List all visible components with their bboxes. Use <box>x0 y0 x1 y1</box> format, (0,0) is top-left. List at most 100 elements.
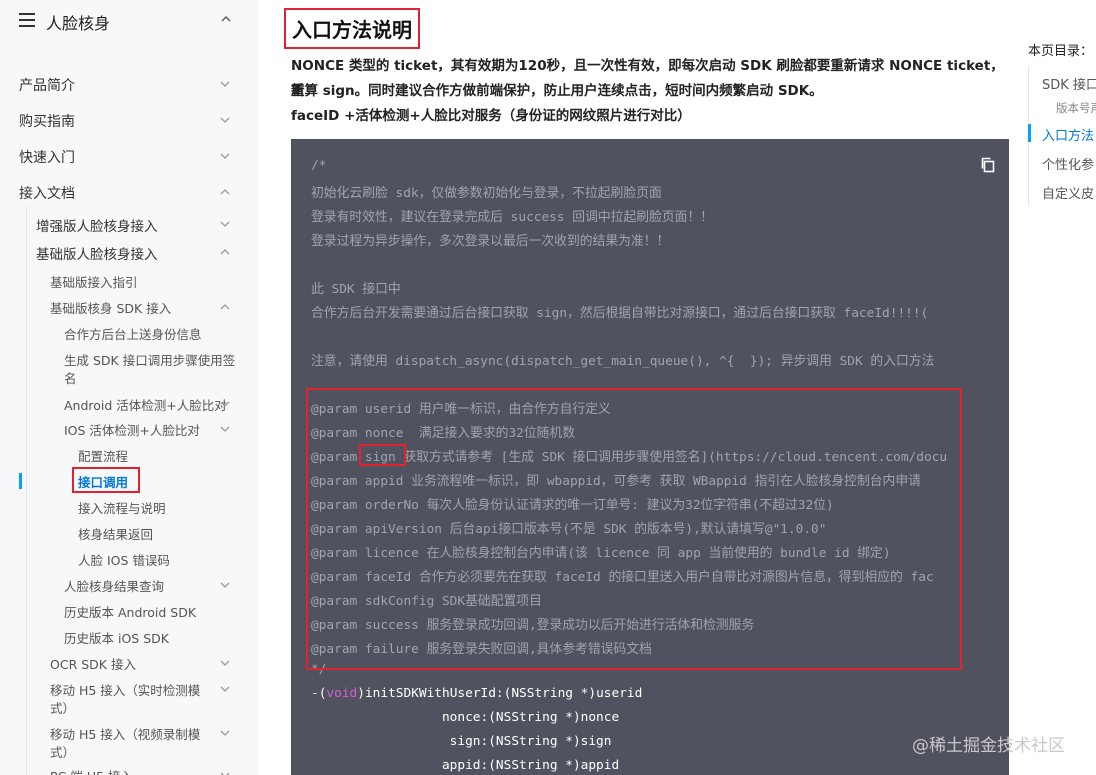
chevron-down-icon <box>219 579 231 591</box>
toc-item[interactable]: 版本号声 <box>1056 100 1096 116</box>
toc-item[interactable]: 个性化参 <box>1042 154 1094 173</box>
sidebar-item-label: 基础版核身 SDK 接入 <box>50 301 172 316</box>
sidebar-item-history-android[interactable]: 历史版本 Android SDK <box>0 602 258 622</box>
code-token: )initSDKWithUserId:(NSString *)userid <box>357 686 643 701</box>
sidebar-item-api-call[interactable]: 接口调用 <box>0 472 258 492</box>
sidebar-item-label: 接入流程与说明 <box>78 501 166 516</box>
sidebar-item-label: 移动 H5 接入（视频录制模 <box>50 727 201 742</box>
sidebar-header: 人脸核身 <box>0 0 258 44</box>
sidebar-item-h5-video[interactable]: 移动 H5 接入（视频录制模 式） <box>0 724 258 764</box>
chevron-down-icon <box>219 769 231 775</box>
chevron-down-icon <box>219 727 231 739</box>
sidebar-item-label-cont: 名 <box>64 371 77 386</box>
code-line: 登录过程为异步操作，多次登录以最后一次收到的结果为准！！ <box>311 234 670 249</box>
sidebar-item-flow-notes[interactable]: 接入流程与说明 <box>0 498 258 518</box>
sidebar-item-label: 配置流程 <box>78 449 129 464</box>
toc-title: 本页目录： <box>1028 44 1094 59</box>
chevron-down-icon <box>219 683 231 695</box>
page-title: 入口方法说明 <box>284 8 420 49</box>
code-keyword: void <box>326 686 358 701</box>
sidebar-item-result-query[interactable]: 人脸核身结果查询 <box>0 576 258 596</box>
toc-item-active[interactable]: 入口方法 <box>1042 125 1094 144</box>
sidebar-item-config-flow[interactable]: 配置流程 <box>0 446 258 466</box>
code-line: 登录有时效性，建议在登录完成后 success 回调中拉起刷脸页面！！ <box>311 210 714 225</box>
menu-icon[interactable] <box>19 13 35 27</box>
code-line: appid:(NSString *)appid <box>311 758 620 773</box>
code-block: /* 初始化云刷脸 sdk，仅做参数初始化与登录，不拉起刷脸页面 登录有时效性，… <box>291 139 1009 775</box>
sidebar-item-ios-error-codes[interactable]: 人脸 IOS 错误码 <box>0 550 258 570</box>
sidebar-item-label: Android 活体检测+人脸比对 <box>64 398 227 413</box>
sidebar-item-ocr-sdk[interactable]: OCR SDK 接入 <box>0 654 258 674</box>
chevron-down-icon <box>219 78 231 90</box>
code-line: 注意，请使用 dispatch_async(dispatch_get_main_… <box>311 354 935 369</box>
sidebar-item-label: 产品简介 <box>19 78 75 94</box>
code-line: nonce:(NSString *)nonce <box>311 710 620 725</box>
params-highlight-box <box>306 388 962 670</box>
sidebar-item-label: 人脸 IOS 错误码 <box>78 553 170 568</box>
sidebar: 人脸核身 产品简介 购买指南 快速入门 接入文档 增强版人脸核身接入 基础版人脸… <box>0 0 258 775</box>
code-line: sign:(NSString *)sign <box>311 734 612 749</box>
copy-icon[interactable] <box>980 157 996 173</box>
code-line-signature: -(void)initSDKWithUserId:(NSString *)use… <box>311 686 971 701</box>
sidebar-item-label-cont: 式） <box>50 745 76 760</box>
sidebar-item-label: 移动 H5 接入（实时检测模 <box>50 683 201 698</box>
main-content: 入口方法说明 NONCE 类型的 ticket，其有效期为120秒，且一次性有效… <box>258 0 1018 775</box>
sidebar-item-label: IOS 活体检测+人脸比对 <box>64 423 200 438</box>
code-line: 合作方后台开发需要通过后台接口获取 sign，然后根据自带比对源接口，通过后台接… <box>311 306 929 321</box>
sidebar-item-label: 核身结果返回 <box>78 527 154 542</box>
sidebar-item-basic[interactable]: 基础版人脸核身接入 <box>0 243 258 263</box>
sidebar-item-pc-h5[interactable]: PC 端 H5 接入 <box>0 766 258 775</box>
sidebar-item-label: 基础版人脸核身接入 <box>36 247 158 263</box>
sidebar-item-label: 接口调用 <box>78 475 129 490</box>
toc-item[interactable]: 自定义皮 <box>1042 183 1094 202</box>
chevron-up-icon <box>219 423 231 435</box>
sidebar-item-integration-docs[interactable]: 接入文档 <box>0 183 258 203</box>
sidebar-item-label: PC 端 H5 接入 <box>50 766 133 775</box>
sidebar-item-label: 购买指南 <box>19 114 75 130</box>
code-token: -( <box>311 686 327 701</box>
sidebar-item-label: 增强版人脸核身接入 <box>36 219 158 235</box>
sidebar-title: 人脸核身 <box>46 14 111 33</box>
description-line: 新算 sign。同时建议合作方做前端保护，防止用户连续点击，短时间内频繁启动 S… <box>291 83 823 99</box>
docs-page: 人脸核身 产品简介 购买指南 快速入门 接入文档 增强版人脸核身接入 基础版人脸… <box>0 0 1096 775</box>
sidebar-item-basic-guide[interactable]: 基础版接入指引 <box>0 272 258 292</box>
chevron-down-icon <box>219 398 231 410</box>
code-line: 初始化云刷脸 sdk，仅做参数初始化与登录，不拉起刷脸页面 <box>311 186 662 201</box>
chevron-down-icon <box>219 218 231 230</box>
sidebar-item-h5-realtime[interactable]: 移动 H5 接入（实时检测模 式） <box>0 680 258 720</box>
code-line: /* <box>311 158 327 173</box>
sidebar-item-label: 合作方后台上送身份信息 <box>64 327 202 342</box>
watermark: @稀土掘金技术社区 <box>912 736 1065 756</box>
chevron-up-icon <box>219 301 231 313</box>
collapse-icon[interactable] <box>220 13 232 28</box>
page-toc: 本页目录： SDK 接口 版本号声 入口方法 个性化参 自定义皮 <box>1018 0 1096 775</box>
sidebar-item-result-return[interactable]: 核身结果返回 <box>0 524 258 544</box>
sidebar-item-label: 基础版接入指引 <box>50 275 138 290</box>
sidebar-item-label: 历史版本 Android SDK <box>64 605 197 620</box>
sign-highlight-box <box>359 444 406 466</box>
sidebar-item-generate-sign[interactable]: 生成 SDK 接口调用步骤使用签 名 <box>0 350 258 390</box>
code-line: 此 SDK 接口中 <box>311 282 401 297</box>
sidebar-item-basic-sdk[interactable]: 基础版核身 SDK 接入 <box>0 298 258 318</box>
sidebar-item-android-liveness[interactable]: Android 活体检测+人脸比对 <box>0 395 258 415</box>
toc-active-indicator <box>1028 124 1031 142</box>
description-line: faceID +活体检测+人脸比对服务（身份证的网纹照片进行对比） <box>291 108 691 124</box>
chevron-down-icon <box>219 114 231 126</box>
toc-item[interactable]: SDK 接口 <box>1042 74 1096 93</box>
sidebar-item-label: OCR SDK 接入 <box>50 657 136 672</box>
chevron-down-icon <box>219 657 231 669</box>
sidebar-item-label: 生成 SDK 接口调用步骤使用签 <box>64 353 236 368</box>
sidebar-item-enhanced[interactable]: 增强版人脸核身接入 <box>0 215 258 235</box>
sidebar-item-label-cont: 式） <box>50 701 76 716</box>
chevron-up-icon <box>219 246 231 258</box>
sidebar-item-product-intro[interactable]: 产品简介 <box>0 75 258 95</box>
sidebar-item-label: 接入文档 <box>19 186 75 202</box>
sidebar-item-purchase-guide[interactable]: 购买指南 <box>0 111 258 131</box>
sidebar-item-history-ios[interactable]: 历史版本 iOS SDK <box>0 628 258 648</box>
sidebar-item-upload-identity[interactable]: 合作方后台上送身份信息 <box>0 324 258 344</box>
sidebar-item-label: 快速入门 <box>19 150 75 166</box>
sidebar-item-quick-start[interactable]: 快速入门 <box>0 147 258 167</box>
chevron-down-icon <box>219 150 231 162</box>
sidebar-item-ios-liveness[interactable]: IOS 活体检测+人脸比对 <box>0 420 258 440</box>
sidebar-item-label: 人脸核身结果查询 <box>64 579 165 594</box>
